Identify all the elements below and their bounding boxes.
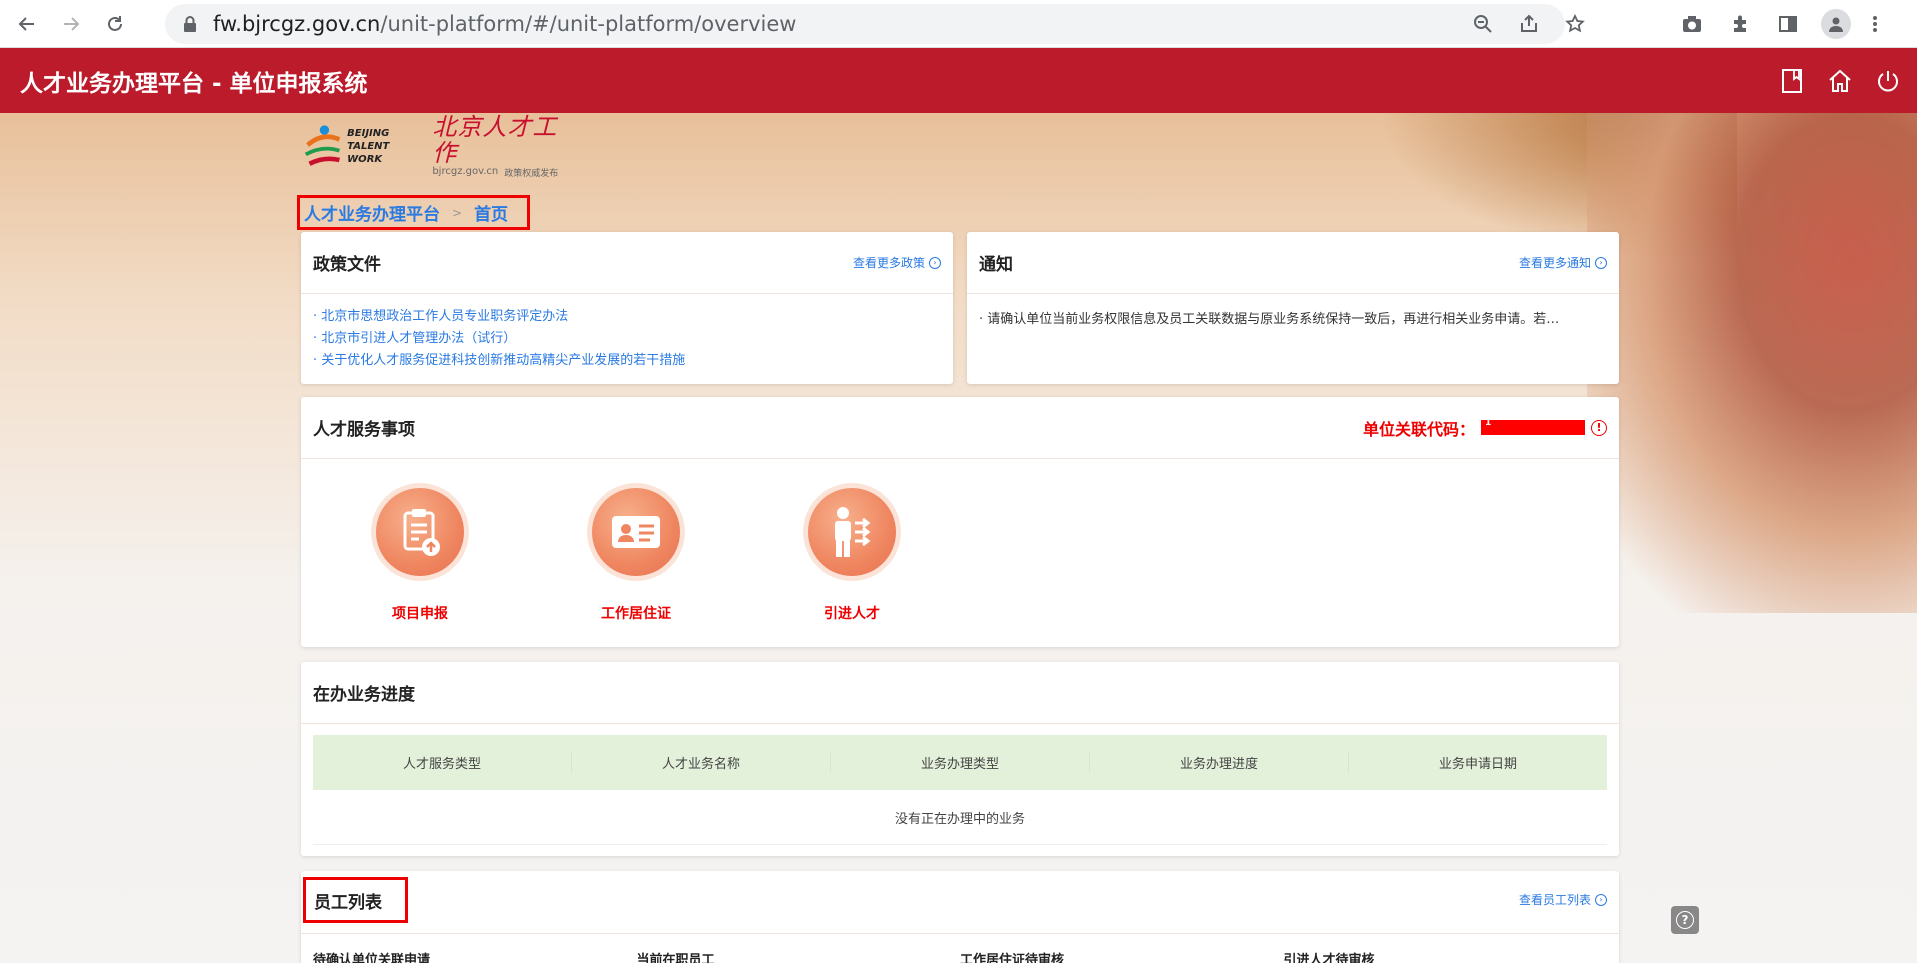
alert-info-icon[interactable]: ! <box>1591 419 1607 436</box>
policy-title: 政策文件 <box>313 255 381 275</box>
sidepanel-icon[interactable] <box>1764 4 1812 44</box>
menu-dots-icon[interactable] <box>1860 4 1890 44</box>
help-button[interactable]: ? <box>1671 906 1699 934</box>
app-title: 人才业务办理平台 - 单位申报系统 <box>20 70 368 97</box>
bookmark-star-icon[interactable] <box>1553 4 1597 44</box>
more-policy-link[interactable]: 查看更多政策 › <box>853 254 941 271</box>
unit-code-label: 单位关联代码： <box>1362 419 1475 439</box>
service-label: 项目申报 <box>392 606 448 622</box>
progress-table-header: 人才服务类型 人才业务名称 业务办理类型 业务办理进度 业务申请日期 <box>313 735 1607 790</box>
chevron-right-icon: › <box>929 256 941 269</box>
notice-card: 通知 查看更多通知 › · 请确认单位当前业务权限信息及员工关联数据与原业务系统… <box>967 232 1619 384</box>
staff-stat-pending-link[interactable]: 待确认单位关联申请 <box>313 949 637 963</box>
zoom-icon[interactable] <box>1461 4 1505 44</box>
url-host: fw.bjrcgz.gov.cn <box>213 12 381 36</box>
more-notice-link[interactable]: 查看更多通知 › <box>1519 254 1607 271</box>
empty-table-message: 没有正在办理中的业务 <box>313 790 1607 845</box>
question-icon: ? <box>1676 911 1694 929</box>
more-notice-label: 查看更多通知 <box>1518 256 1591 270</box>
lock-icon <box>184 16 196 32</box>
service-work-permit[interactable]: 工作居住证 <box>566 483 706 623</box>
app-header: 人才业务办理平台 - 单位申报系统 <box>0 48 1917 113</box>
clipboard-upload-icon <box>403 509 440 556</box>
breadcrumb-separator: > <box>452 205 463 220</box>
logo-tagline: 政策权威发布 <box>504 168 559 179</box>
logo-en-line1: BEIJING <box>347 127 390 139</box>
column-header: 人才服务类型 <box>313 753 572 772</box>
notice-item[interactable]: · 请确认单位当前业务权限信息及员工关联数据与原业务系统保持一致后，再进行相关业… <box>967 294 1619 341</box>
staff-stats: 待确认单位关联申请 当前在职员工 工作居住证待审核 引进人才待审核 <box>313 949 1607 963</box>
extensions-icon[interactable] <box>1716 4 1764 44</box>
staff-title-highlight: 员工列表 <box>303 877 408 923</box>
unit-code-value-redacted: 1 <box>1481 418 1585 435</box>
unit-code: 单位关联代码： 1 ! <box>1363 416 1607 440</box>
id-card-icon <box>612 516 660 548</box>
policy-item[interactable]: · 关于优化人才服务促进科技创新推动高精尖产业发展的若干措施 <box>313 350 941 372</box>
column-header: 人才业务名称 <box>572 753 831 772</box>
share-icon[interactable] <box>1507 4 1551 44</box>
unit-code-mark: 1 <box>1485 418 1492 428</box>
browser-toolbar: fw.bjrcgz.gov.cn/unit-platform/#/unit-pl… <box>0 0 1917 48</box>
staff-stat-talent-review[interactable]: 引进人才待审核 <box>1284 949 1608 963</box>
person-arrows-icon <box>835 507 871 557</box>
chevron-right-icon: › <box>1595 893 1607 906</box>
manual-book-icon[interactable] <box>1773 62 1811 100</box>
home-icon[interactable] <box>1821 62 1859 100</box>
service-project-apply[interactable]: 项目申报 <box>350 483 490 623</box>
logo-domain: bjrcgz.gov.cn <box>432 165 499 177</box>
service-label: 工作居住证 <box>601 606 671 622</box>
divider <box>301 933 1619 934</box>
staff-title: 员工列表 <box>314 892 382 913</box>
staff-stat-permit-review[interactable]: 工作居住证待审核 <box>960 949 1284 963</box>
more-staff-link[interactable]: 查看员工列表 › <box>1519 891 1607 908</box>
services-title: 人才服务事项 <box>313 420 415 440</box>
policy-item[interactable]: · 北京市引进人才管理办法（试行） <box>313 328 941 350</box>
reload-icon[interactable] <box>98 7 132 41</box>
logo-cn-text: 北京人才工作 <box>432 112 558 167</box>
camera-icon[interactable] <box>1668 4 1716 44</box>
forward-icon[interactable] <box>54 7 88 41</box>
background-palace <box>1587 113 1917 613</box>
beijing-talent-logo: BEIJING TALENT WORK 北京人才工作 bjrcgz.gov.cn… <box>302 112 572 179</box>
column-header: 业务办理进度 <box>1090 753 1349 772</box>
policy-list: · 北京市思想政治工作人员专业职务评定办法 · 北京市引进人才管理办法（试行） … <box>301 294 953 384</box>
url-path: /unit-platform/#/unit-platform/overview <box>380 12 797 36</box>
back-icon[interactable] <box>10 7 44 41</box>
service-talent-intro[interactable]: 引进人才 <box>782 483 922 623</box>
policy-card: 政策文件 查看更多政策 › · 北京市思想政治工作人员专业职务评定办法 · 北京… <box>301 232 953 384</box>
service-label: 引进人才 <box>824 606 880 622</box>
staff-stat-current[interactable]: 当前在职员工 <box>637 949 961 963</box>
progress-card: 在办业务进度 人才服务类型 人才业务名称 业务办理类型 业务办理进度 业务申请日… <box>301 662 1619 856</box>
column-header: 业务申请日期 <box>1438 757 1517 772</box>
more-staff-label: 查看员工列表 <box>1518 893 1591 907</box>
notice-title: 通知 <box>979 255 1013 275</box>
logo-emblem-icon <box>304 125 341 166</box>
progress-title: 在办业务进度 <box>313 685 415 705</box>
breadcrumb-root[interactable]: 人才业务办理平台 <box>304 200 440 225</box>
chevron-right-icon: › <box>1595 256 1607 269</box>
logo-en-line2: TALENT WORK <box>347 140 390 165</box>
profile-avatar[interactable] <box>1812 4 1860 44</box>
more-policy-label: 查看更多政策 <box>852 256 925 270</box>
power-icon[interactable] <box>1869 62 1907 100</box>
breadcrumb-current[interactable]: 首页 <box>474 200 508 225</box>
address-bar[interactable]: fw.bjrcgz.gov.cn/unit-platform/#/unit-pl… <box>165 4 1565 44</box>
staff-card: 员工列表 查看员工列表 › 待确认单位关联申请 当前在职员工 工作居住证待审核 … <box>301 871 1619 963</box>
services-card: 人才服务事项 单位关联代码： 1 ! 项目申报 工作居住证 引进人才 <box>301 397 1619 647</box>
breadcrumb: 人才业务办理平台 > 首页 <box>297 195 530 230</box>
column-header: 业务办理类型 <box>831 753 1090 772</box>
policy-item[interactable]: · 北京市思想政治工作人员专业职务评定办法 <box>313 306 941 328</box>
